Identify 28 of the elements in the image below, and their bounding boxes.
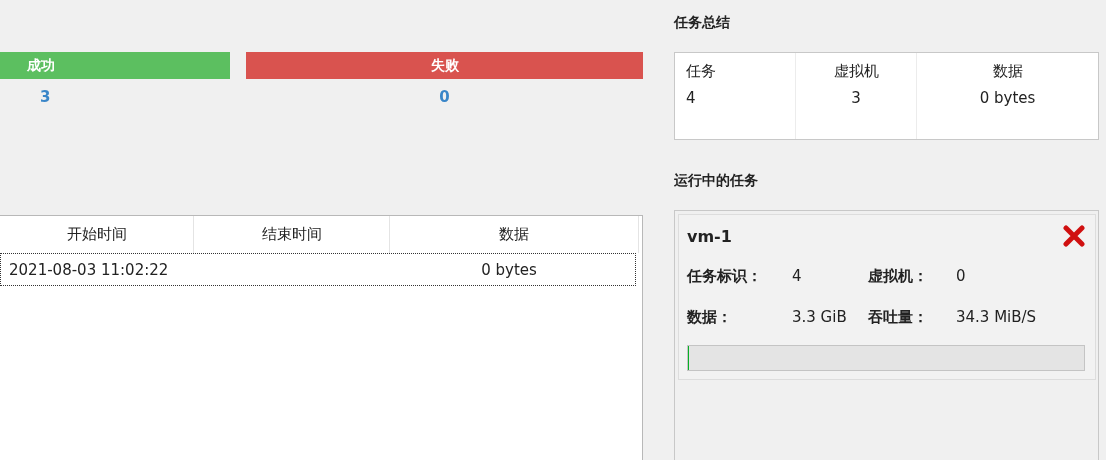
status-header: 成功 <box>0 52 230 79</box>
summary-label: 任务 <box>686 62 717 81</box>
column-header[interactable]: 结束时间 <box>194 216 390 253</box>
summary-value: 0 bytes <box>979 89 1036 107</box>
summary-label: 虚拟机 <box>833 62 879 81</box>
status-header: 失败 <box>246 52 643 79</box>
cancel-icon[interactable] <box>1063 225 1085 247</box>
status-count: 0 <box>438 88 451 106</box>
section-title: 运行中的任务 <box>674 172 759 190</box>
table-row[interactable]: 2021-08-03 11:02:22 0 bytes <box>0 253 636 286</box>
column-header[interactable]: 开始时间 <box>0 216 194 253</box>
column-header[interactable]: 数据 <box>390 216 639 253</box>
table-cell: 2021-08-03 11:02:22 <box>9 260 169 279</box>
field-label: 吞吐量： <box>868 308 929 327</box>
summary-label: 数据 <box>992 62 1023 81</box>
field-value: 4 <box>792 267 803 286</box>
status-count: 3 <box>39 88 52 106</box>
field-value: 3.3 GiB <box>792 308 848 327</box>
field-label: 数据： <box>687 308 733 327</box>
field-value: 0 <box>956 267 967 286</box>
job-name: vm-1 <box>687 226 732 246</box>
field-label: 任务标识： <box>687 267 763 286</box>
summary-value: 4 <box>686 89 697 107</box>
section-title: 任务总结 <box>674 14 731 32</box>
table-cell: 0 bytes <box>481 260 537 279</box>
summary-value: 3 <box>851 89 861 107</box>
field-label: 虚拟机： <box>868 267 929 286</box>
field-value: 34.3 MiB/S <box>956 308 1038 327</box>
